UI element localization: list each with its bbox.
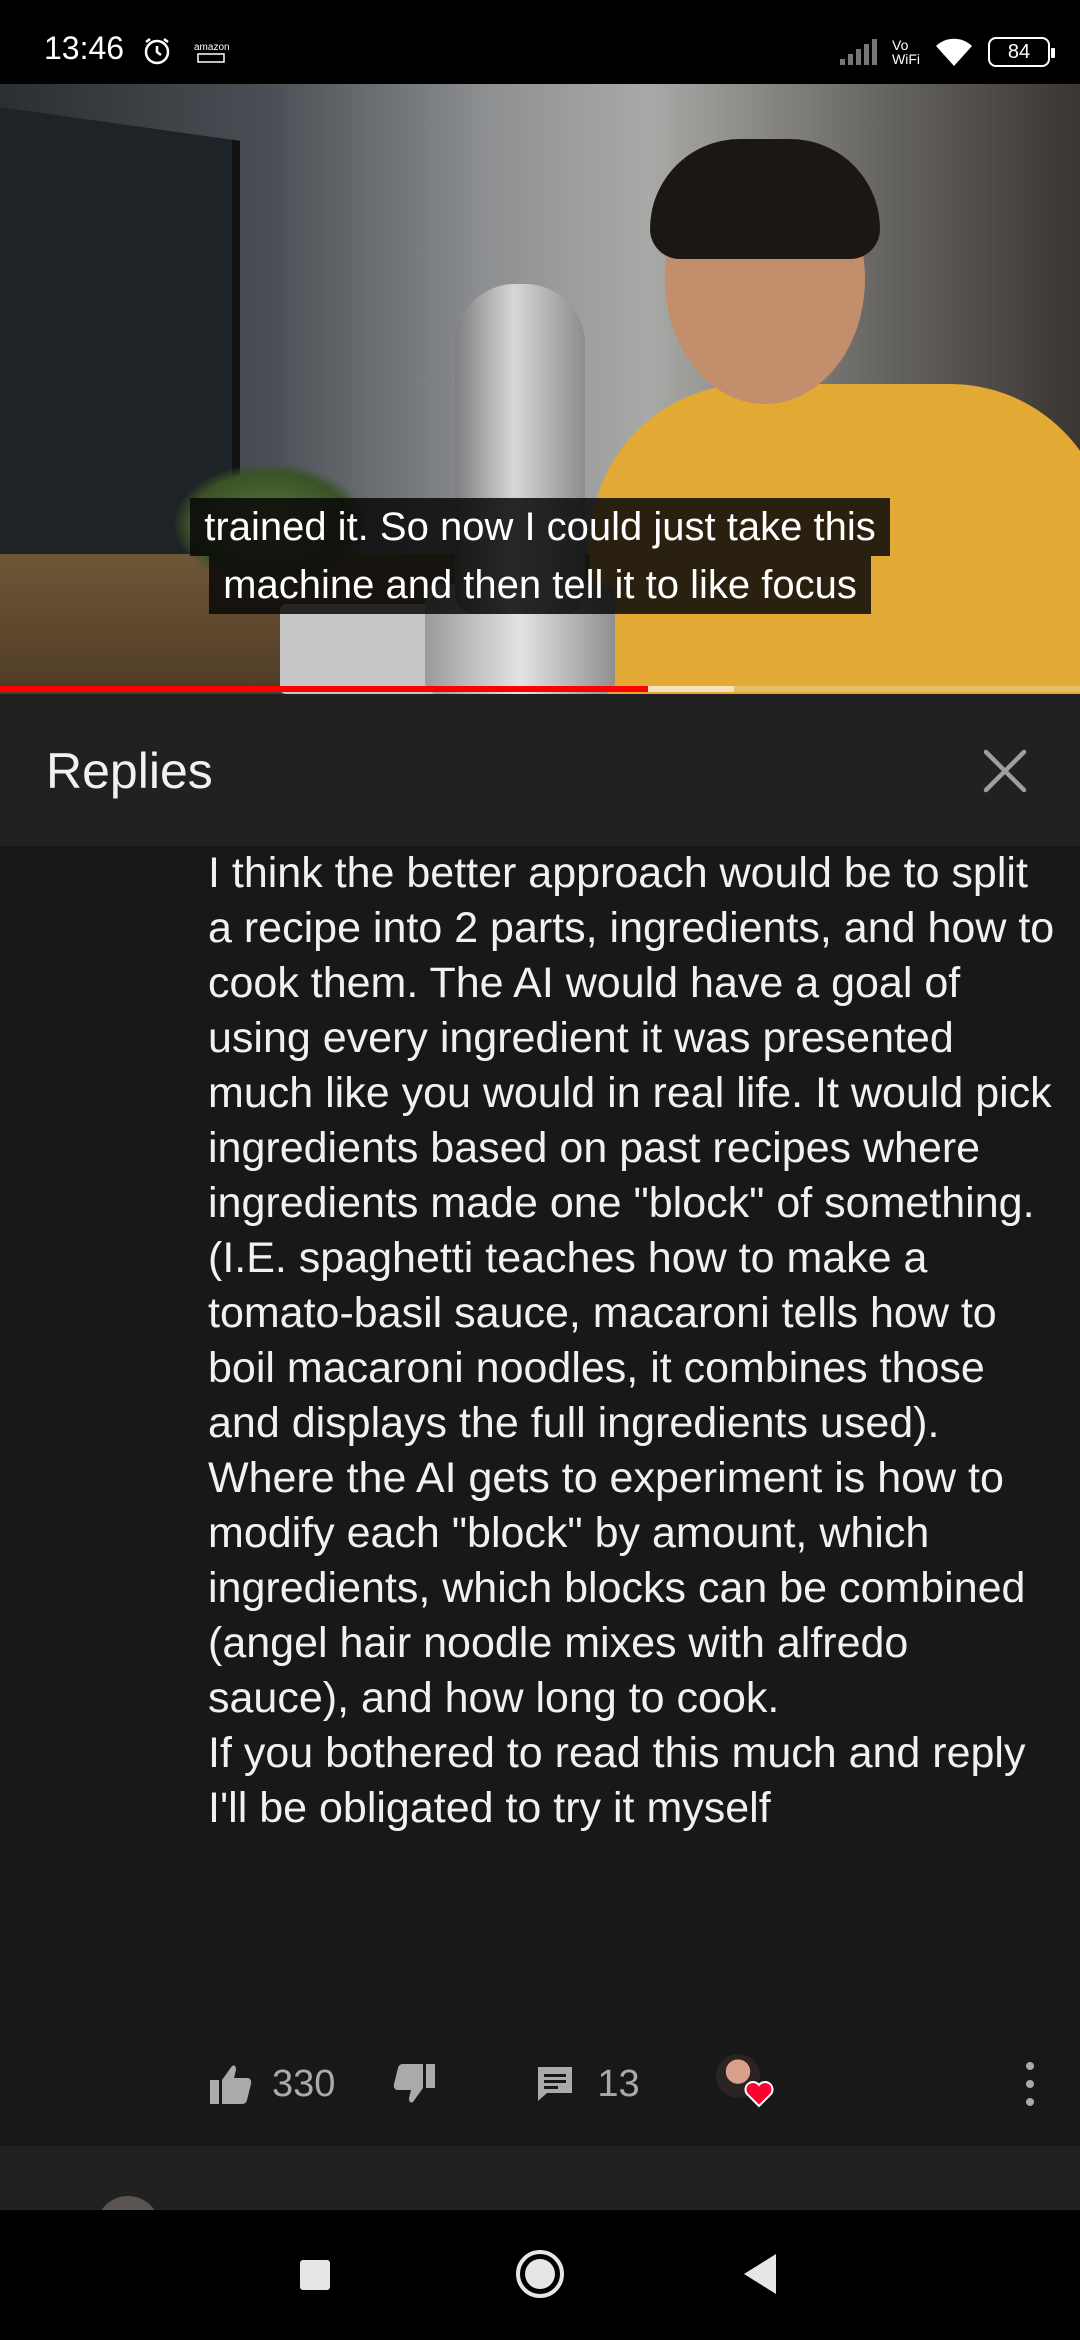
replies-title: Replies [46,743,213,799]
battery-icon: 84 [988,37,1055,67]
battery-level: 84 [1007,40,1031,63]
system-nav-bar [0,2210,1080,2340]
video-progress-bar[interactable] [0,686,1080,692]
amazon-icon: amazon [194,42,230,63]
comment-body: I think the better approach would be to … [208,846,1058,1836]
home-button[interactable] [514,2248,566,2300]
replies-list[interactable]: I think the better approach would be to … [0,846,1080,2210]
reply-count: 13 [597,2062,640,2105]
creator-heart-badge [715,2054,776,2114]
like-button[interactable]: 330 [208,2062,335,2106]
comment-paragraph-2: Where the AI gets to experiment is how t… [208,1454,1038,1722]
reply-divider [0,2146,1080,2210]
video-scene-keyboard [280,604,440,694]
back-button[interactable] [742,2252,778,2296]
status-time: 13:46 [44,30,125,66]
video-played-bar [0,686,648,692]
comment-actions: 330 13 [208,2054,1068,2114]
svg-text:amazon: amazon [194,42,230,53]
close-icon[interactable] [976,742,1034,800]
signal-icon [840,39,877,65]
recents-button[interactable] [300,2260,330,2290]
comment-icon [538,2067,573,2101]
vowifi-icon: Vo WiFi [892,37,920,67]
comment-paragraph-1: I think the better approach would be to … [208,849,1067,1447]
reply-button[interactable]: 13 [535,2062,640,2106]
thumbs-down-icon [394,2064,436,2103]
thumbs-up-icon [210,2065,252,2104]
caption-line-1: trained it. So now I could just take thi… [190,498,890,556]
wifi-icon [936,38,972,66]
alarm-icon [144,38,170,65]
caption-line-2: machine and then tell it to like focus [209,556,871,614]
more-options-icon[interactable] [1020,2054,1040,2114]
like-count: 330 [272,2062,336,2105]
video-scene-person-hair [650,139,880,259]
comment-paragraph-3: If you bothered to read this much and re… [208,1729,1038,1832]
status-bar: 13:46 amazon Vo WiFi 84 [0,0,1080,84]
replies-header: Replies [0,694,1080,846]
heart-icon [744,2081,774,2108]
dislike-button[interactable] [391,2062,437,2106]
video-player[interactable]: trained it. So now I could just take thi… [0,84,1080,694]
video-caption: trained it. So now I could just take thi… [0,498,1080,614]
